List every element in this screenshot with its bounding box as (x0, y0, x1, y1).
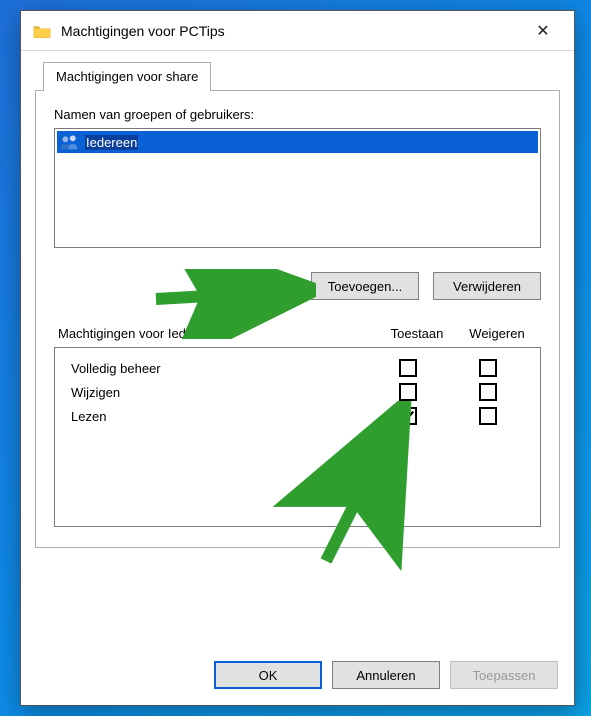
permission-row: Volledig beheer (59, 356, 536, 380)
users-icon (59, 133, 81, 151)
permission-label: Wijzigen (71, 385, 368, 400)
tabs: Machtigingen voor share (43, 61, 560, 90)
dialog-buttons: OK Annuleren Toepassen (21, 647, 574, 705)
dialog-content: Machtigingen voor share Namen van groepe… (21, 51, 574, 647)
permissions-dialog: Machtigingen voor PCTips ✕ Machtigingen … (20, 10, 575, 706)
deny-checkbox[interactable] (479, 383, 497, 401)
permissions-title: Machtigingen voor Iedereen (58, 326, 219, 341)
groups-listbox[interactable]: Iedereen (54, 128, 541, 248)
permission-allow-cell (368, 407, 448, 425)
groups-buttons: Toevoegen... Verwijderen (54, 272, 541, 300)
allow-checkbox[interactable] (399, 383, 417, 401)
permission-deny-cell (448, 383, 528, 401)
permissions-listbox: Volledig beheer Wijzigen Lezen (54, 347, 541, 527)
permission-allow-cell (368, 383, 448, 401)
column-deny: Weigeren (457, 326, 537, 341)
tab-share-permissions[interactable]: Machtigingen voor share (43, 62, 211, 91)
permission-allow-cell (368, 359, 448, 377)
add-button[interactable]: Toevoegen... (311, 272, 419, 300)
tab-panel: Namen van groepen of gebruikers: Iederee… (35, 90, 560, 548)
deny-checkbox[interactable] (479, 359, 497, 377)
apply-button[interactable]: Toepassen (450, 661, 558, 689)
group-item-label: Iedereen (85, 135, 138, 150)
group-item-iedereen[interactable]: Iedereen (57, 131, 538, 153)
window-title: Machtigingen voor PCTips (61, 23, 522, 39)
groups-label: Namen van groepen of gebruikers: (54, 107, 541, 122)
permission-deny-cell (448, 359, 528, 377)
close-button[interactable]: ✕ (522, 11, 564, 50)
ok-button[interactable]: OK (214, 661, 322, 689)
allow-checkbox[interactable] (399, 407, 417, 425)
column-allow: Toestaan (377, 326, 457, 341)
permission-row: Lezen (59, 404, 536, 428)
permission-deny-cell (448, 407, 528, 425)
cancel-button[interactable]: Annuleren (332, 661, 440, 689)
permissions-header: Machtigingen voor Iedereen Toestaan Weig… (54, 326, 541, 341)
allow-checkbox[interactable] (399, 359, 417, 377)
checkmark-icon (401, 409, 415, 423)
permission-label: Lezen (71, 409, 368, 424)
titlebar: Machtigingen voor PCTips ✕ (21, 11, 574, 51)
remove-button[interactable]: Verwijderen (433, 272, 541, 300)
permission-label: Volledig beheer (71, 361, 368, 376)
permission-row: Wijzigen (59, 380, 536, 404)
deny-checkbox[interactable] (479, 407, 497, 425)
folder-icon (33, 24, 51, 38)
